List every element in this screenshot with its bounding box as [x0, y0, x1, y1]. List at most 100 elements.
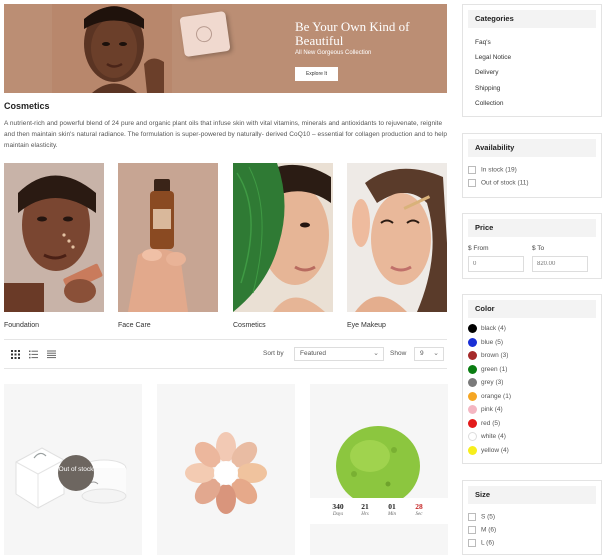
category-link-shipping[interactable]: Shipping — [475, 85, 500, 92]
color-label: brown (3) — [481, 352, 509, 360]
color-label: blue (5) — [481, 338, 504, 346]
product-card[interactable] — [157, 384, 295, 555]
category-label[interactable]: Cosmetics — [233, 322, 333, 329]
widget-title: Price — [468, 219, 596, 237]
checkbox[interactable] — [468, 513, 476, 521]
sort-select[interactable]: Featured ⌄ — [294, 347, 384, 361]
countdown-value: 28 — [415, 502, 423, 511]
color-swatch[interactable] — [468, 391, 477, 401]
category-tile-eye-makeup[interactable]: Eye Makeup — [347, 163, 447, 329]
filter-out-of-stock[interactable]: Out of stock (11) — [468, 179, 529, 187]
checkbox[interactable] — [468, 166, 476, 174]
countdown-value: 01 — [388, 502, 396, 511]
show-label: Show — [390, 350, 407, 357]
foundation-image — [4, 163, 104, 312]
explore-button[interactable]: Explore It — [295, 67, 338, 81]
color-label: green (1) — [481, 365, 508, 373]
category-tile-cosmetics[interactable]: Cosmetics — [233, 163, 333, 329]
banner-subtitle: All New Gorgeous Collection — [295, 50, 372, 56]
countdown-unit: Hrs — [361, 512, 369, 517]
category-link-legal-notice[interactable]: Legal Notice — [475, 54, 511, 61]
countdown-value: 21 — [361, 502, 369, 511]
page-title: Cosmetics — [4, 101, 50, 111]
product-card[interactable]: Out of stock — [4, 384, 142, 555]
color-filter-option[interactable]: red (5) — [468, 418, 501, 428]
price-to-label: $ To — [532, 245, 545, 252]
category-link-faqs[interactable]: Faq's — [475, 39, 491, 46]
checkbox[interactable] — [468, 539, 476, 547]
filter-label: In stock (19) — [481, 166, 517, 174]
checkbox[interactable] — [468, 179, 476, 187]
countdown-days: 340 Days — [326, 502, 350, 517]
color-filter-option[interactable]: yellow (4) — [468, 445, 509, 455]
face-care-image — [118, 163, 218, 312]
color-label: pink (4) — [481, 406, 503, 414]
color-swatch[interactable] — [468, 445, 477, 455]
compact-powder-image — [179, 10, 231, 58]
color-swatch[interactable] — [468, 364, 477, 374]
product-image-flower-swatches — [185, 432, 267, 514]
color-filter-option[interactable]: pink (4) — [468, 405, 503, 414]
color-label: white (4) — [481, 433, 506, 441]
category-label[interactable]: Face Care — [118, 322, 218, 329]
category-link-delivery[interactable]: Delivery — [475, 69, 498, 76]
color-label: black (4) — [481, 325, 506, 333]
chevron-down-icon: ⌄ — [373, 350, 379, 357]
checkbox[interactable] — [468, 526, 476, 534]
widget-title: Size — [468, 486, 596, 504]
color-filter-option[interactable]: white (4) — [468, 432, 506, 441]
price-widget: Price $ From $ To — [462, 213, 602, 279]
color-swatch[interactable] — [468, 418, 477, 428]
filter-label: M (6) — [481, 526, 497, 534]
color-filter-option[interactable]: grey (3) — [468, 378, 503, 387]
filter-label: L (6) — [481, 539, 495, 547]
chevron-down-icon: ⌄ — [433, 350, 439, 357]
color-filter-option[interactable]: green (1) — [468, 364, 508, 374]
countdown-seconds: 28 Sec — [407, 502, 431, 517]
color-filter-option[interactable]: black (4) — [468, 324, 506, 333]
color-swatch[interactable] — [468, 324, 477, 333]
show-select[interactable]: 9 ⌄ — [414, 347, 444, 361]
filter-size-m[interactable]: M (6) — [468, 526, 496, 534]
color-label: yellow (4) — [481, 446, 509, 454]
cosmetics-image — [233, 163, 333, 312]
availability-widget: Availability In stock (19) Out of stock … — [462, 133, 602, 198]
color-label: orange (1) — [481, 392, 511, 400]
banner-title: Be Your Own Kind of Beautiful — [295, 19, 410, 48]
color-swatch[interactable] — [468, 378, 477, 387]
category-link-collection[interactable]: Collection — [475, 100, 504, 107]
categories-widget: Categories Faq's Legal Notice Delivery S… — [462, 4, 602, 117]
color-filter-option[interactable]: orange (1) — [468, 391, 511, 401]
color-swatch[interactable] — [468, 351, 477, 360]
product-image-green-powder — [336, 426, 420, 506]
category-label[interactable]: Foundation — [4, 322, 104, 329]
filter-size-s[interactable]: S (5) — [468, 513, 495, 521]
price-to-input[interactable] — [532, 256, 588, 272]
filter-size-l[interactable]: L (6) — [468, 539, 494, 547]
countdown-unit: Min — [387, 512, 397, 517]
eye-makeup-image — [347, 163, 447, 312]
category-tile-foundation[interactable]: Foundation — [4, 163, 104, 329]
color-swatch[interactable] — [468, 432, 477, 441]
banner-model-image — [52, 4, 172, 93]
filter-in-stock[interactable]: In stock (19) — [468, 166, 517, 174]
out-of-stock-badge: Out of stock — [58, 455, 94, 491]
hero-banner: Be Your Own Kind of Beautiful All New Go… — [4, 4, 447, 93]
collection-description: A nutrient-rich and powerful blend of 24… — [4, 120, 447, 149]
price-from-input[interactable] — [468, 256, 524, 272]
color-filter-option[interactable]: brown (3) — [468, 351, 508, 360]
grid-view-icon[interactable] — [11, 350, 20, 359]
widget-title: Availability — [468, 139, 596, 157]
countdown-unit: Days — [332, 512, 344, 517]
color-filter-option[interactable]: blue (5) — [468, 337, 504, 347]
countdown-hours: 21 Hrs — [353, 502, 377, 517]
product-card[interactable]: 340 Days 21 Hrs 01 Min 28 Sec — [310, 384, 448, 555]
list-view-icon[interactable] — [29, 350, 38, 359]
category-label[interactable]: Eye Makeup — [347, 322, 447, 329]
compact-list-view-icon[interactable] — [47, 350, 56, 359]
countdown-minutes: 01 Min — [380, 502, 404, 517]
color-label: red (5) — [481, 419, 501, 427]
color-swatch[interactable] — [468, 337, 477, 347]
color-swatch[interactable] — [468, 405, 477, 414]
category-tile-face-care[interactable]: Face Care — [118, 163, 218, 329]
